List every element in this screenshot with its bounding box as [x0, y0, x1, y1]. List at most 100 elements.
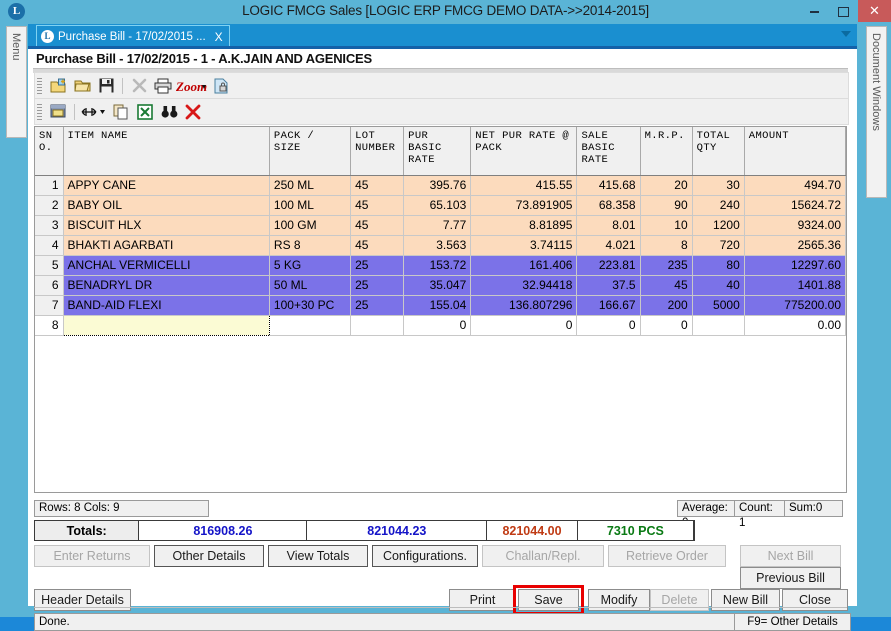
- configurations-button[interactable]: Configurations.: [372, 545, 478, 567]
- toolbar-grip-handle-2[interactable]: [37, 103, 42, 120]
- cell-lot-number[interactable]: 25: [350, 295, 405, 316]
- minimize-button[interactable]: [800, 0, 829, 22]
- cell-mrp[interactable]: 0: [640, 315, 693, 336]
- cell-item-name[interactable]: APPY CANE: [63, 175, 270, 196]
- cell-item-name[interactable]: BENADRYL DR: [63, 275, 270, 296]
- col-header-sale-basic-rate[interactable]: SALE BASIC RATE: [576, 127, 641, 176]
- cell-item-name[interactable]: ANCHAL VERMICELLI: [63, 255, 270, 276]
- col-header-item-name[interactable]: ITEM NAME: [63, 127, 270, 176]
- cell-net-pur-rate[interactable]: 0: [470, 315, 578, 336]
- table-row[interactable]: 2 BABY OIL 100 ML 45 65.103 73.891905 68…: [35, 195, 846, 216]
- cell-amount[interactable]: 0.00: [744, 315, 846, 336]
- cell-pack-size[interactable]: 50 ML: [269, 275, 352, 296]
- col-header-mrp[interactable]: M.R.P.: [640, 127, 693, 176]
- cell-amount[interactable]: 775200.00: [744, 295, 846, 316]
- table-row[interactable]: 5 ANCHAL VERMICELLI 5 KG 25 153.72 161.4…: [35, 255, 846, 276]
- cell-amount[interactable]: 12297.60: [744, 255, 846, 276]
- cell-lot-number[interactable]: 25: [350, 255, 405, 276]
- purchase-bill-grid[interactable]: SN O. ITEM NAME PACK / SIZE LOT NUMBER PUR…: [34, 126, 847, 493]
- cell-mrp[interactable]: 235: [640, 255, 693, 276]
- cell-total-qty[interactable]: 80: [692, 255, 745, 276]
- cell-pur-basic-rate[interactable]: 7.77: [403, 215, 472, 236]
- cell-total-qty[interactable]: 1200: [692, 215, 745, 236]
- document-tab-close-icon[interactable]: X: [215, 30, 223, 44]
- col-header-pack-size[interactable]: PACK / SIZE: [269, 127, 352, 176]
- col-header-total-qty[interactable]: TOTAL QTY: [692, 127, 745, 176]
- maximize-button[interactable]: [829, 0, 858, 22]
- save-disk-icon[interactable]: [94, 75, 118, 97]
- cell-mrp[interactable]: 10: [640, 215, 693, 236]
- col-header-sno[interactable]: SN O.: [35, 127, 64, 176]
- col-header-amount[interactable]: AMOUNT: [744, 127, 846, 176]
- cell-pur-basic-rate[interactable]: 155.04: [403, 295, 472, 316]
- cell-lot-number[interactable]: 45: [350, 215, 405, 236]
- menu-side-tab[interactable]: Menu: [6, 26, 27, 138]
- cell-item-name[interactable]: BHAKTI AGARBATI: [63, 235, 270, 256]
- grid-empty-area[interactable]: [36, 351, 845, 492]
- cell-pack-size[interactable]: 100 ML: [269, 195, 352, 216]
- cell-net-pur-rate[interactable]: 32.94418: [470, 275, 578, 296]
- delete-red-x-icon[interactable]: [181, 101, 205, 123]
- cell-pur-basic-rate[interactable]: 395.76: [403, 175, 472, 196]
- cell-total-qty[interactable]: 40: [692, 275, 745, 296]
- cell-item-name[interactable]: BISCUIT HLX: [63, 215, 270, 236]
- cell-pack-size[interactable]: 100 GM: [269, 215, 352, 236]
- cell-pur-basic-rate[interactable]: 3.563: [403, 235, 472, 256]
- cell-total-qty[interactable]: 720: [692, 235, 745, 256]
- resize-columns-icon[interactable]: [79, 101, 109, 123]
- table-row[interactable]: 4 BHAKTI AGARBATI RS 8 45 3.563 3.74115 …: [35, 235, 846, 256]
- cell-total-qty[interactable]: [692, 315, 745, 336]
- cell-lot-number[interactable]: [350, 315, 405, 336]
- cell-pur-basic-rate[interactable]: 153.72: [403, 255, 472, 276]
- other-details-button[interactable]: Other Details: [154, 545, 264, 567]
- table-row[interactable]: 3 BISCUIT HLX 100 GM 45 7.77 8.81895 8.0…: [35, 215, 846, 236]
- table-row-new-entry[interactable]: 8 0 0 0 0 0.00: [35, 314, 846, 336]
- open-folder-icon[interactable]: [70, 75, 94, 97]
- cell-mrp[interactable]: 45: [640, 275, 693, 296]
- view-totals-button[interactable]: View Totals: [268, 545, 368, 567]
- previous-bill-button[interactable]: Previous Bill: [740, 567, 841, 589]
- cell-sale-basic-rate[interactable]: 4.021: [576, 235, 641, 256]
- cell-item-name[interactable]: BAND-AID FLEXI: [63, 295, 270, 316]
- zoom-icon[interactable]: Zoom: [175, 75, 209, 97]
- cell-net-pur-rate[interactable]: 3.74115: [470, 235, 578, 256]
- cell-lot-number[interactable]: 45: [350, 175, 405, 196]
- cell-sale-basic-rate[interactable]: 415.68: [576, 175, 641, 196]
- col-header-pur-basic-rate[interactable]: PUR BASIC RATE: [403, 127, 472, 176]
- tab-list-chevron-down-icon[interactable]: [841, 31, 851, 37]
- copy-icon[interactable]: [109, 101, 133, 123]
- table-row[interactable]: 6 BENADRYL DR 50 ML 25 35.047 32.94418 3…: [35, 275, 846, 296]
- cell-pack-size[interactable]: [269, 315, 352, 336]
- cell-total-qty[interactable]: 240: [692, 195, 745, 216]
- cell-mrp[interactable]: 20: [640, 175, 693, 196]
- cell-pur-basic-rate[interactable]: 35.047: [403, 275, 472, 296]
- cell-lot-number[interactable]: 25: [350, 275, 405, 296]
- cell-net-pur-rate[interactable]: 415.55: [470, 175, 578, 196]
- col-header-lot-number[interactable]: LOT NUMBER: [350, 127, 405, 176]
- cell-mrp[interactable]: 90: [640, 195, 693, 216]
- cell-pack-size[interactable]: 5 KG: [269, 255, 352, 276]
- cell-amount[interactable]: 1401.88: [744, 275, 846, 296]
- cancel-x-icon[interactable]: [127, 75, 151, 97]
- cell-item-name[interactable]: BABY OIL: [63, 195, 270, 216]
- document-windows-side-tab[interactable]: Document Windows: [866, 26, 887, 198]
- toolbar-grip-handle[interactable]: [37, 77, 42, 94]
- cell-mrp[interactable]: 8: [640, 235, 693, 256]
- cell-lot-number[interactable]: 45: [350, 195, 405, 216]
- excel-export-icon[interactable]: [133, 101, 157, 123]
- grid-view-icon[interactable]: [46, 101, 70, 123]
- cell-amount[interactable]: 494.70: [744, 175, 846, 196]
- cell-sale-basic-rate[interactable]: 0: [576, 315, 641, 336]
- cell-pur-basic-rate[interactable]: 65.103: [403, 195, 472, 216]
- cell-pur-basic-rate[interactable]: 0: [403, 315, 472, 336]
- cell-sale-basic-rate[interactable]: 37.5: [576, 275, 641, 296]
- cell-net-pur-rate[interactable]: 136.807296: [470, 295, 578, 316]
- cell-total-qty[interactable]: 30: [692, 175, 745, 196]
- cell-pack-size[interactable]: 100+30 PC: [269, 295, 352, 316]
- table-row[interactable]: 7 BAND-AID FLEXI 100+30 PC 25 155.04 136…: [35, 295, 846, 316]
- col-header-net-pur-rate-pack[interactable]: NET PUR RATE @ PACK: [470, 127, 578, 176]
- cell-pack-size[interactable]: 250 ML: [269, 175, 352, 196]
- cell-net-pur-rate[interactable]: 161.406: [470, 255, 578, 276]
- new-document-icon[interactable]: [46, 75, 70, 97]
- cell-item-name-active[interactable]: [62, 314, 270, 336]
